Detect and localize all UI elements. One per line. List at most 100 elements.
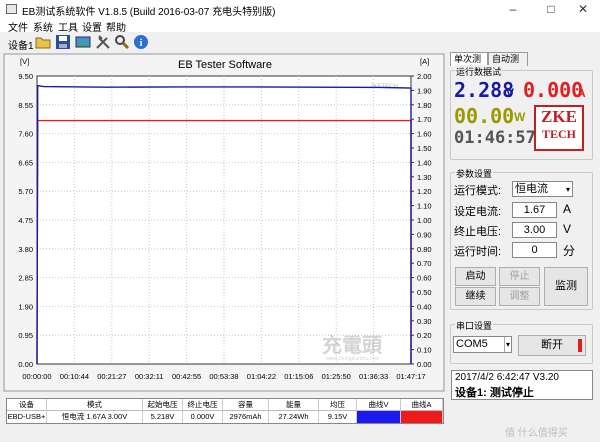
current-unit: A (577, 86, 586, 100)
run-time-label: 运行时间: (454, 246, 502, 258)
stop-button[interactable]: 停止 (499, 267, 540, 286)
zketech-logo: ZKE TECH (534, 105, 584, 151)
y-left-tick-label: 6.65 (18, 158, 33, 167)
y-right-tick-label: 1.20 (417, 187, 432, 196)
y-left-tick-label: 3.80 (18, 245, 33, 254)
power-unit: W (514, 110, 526, 124)
minimize-button[interactable]: – (498, 1, 528, 17)
adjust-button[interactable]: 调整 (499, 287, 540, 306)
x-tick-label: 01:04:22 (247, 372, 276, 381)
toolbar: 设备1 i (0, 32, 450, 52)
current-setting-unit: A (563, 202, 572, 216)
end-voltage-input[interactable]: 3.00 (512, 222, 557, 238)
title-bar: EB测试系统软件 V1.8.5 (Build 2016-03-07 充电头特别版… (0, 0, 600, 18)
right-unit-label: [A] (420, 57, 429, 66)
y-right-tick-label: 0.00 (417, 360, 432, 369)
time-readout: 01:46:57 (454, 128, 536, 148)
y-right-tick-label: 0.90 (417, 230, 432, 239)
x-tick-label: 01:25:50 (322, 372, 351, 381)
left-unit-label: [V] (20, 57, 29, 66)
col-avg-v: 均压 (319, 399, 357, 411)
col-curve-v: 曲线V (357, 399, 401, 411)
disconnect-button[interactable]: 断开 (518, 335, 586, 356)
window-title: EB测试系统软件 V1.8.5 (Build 2016-03-07 充电头特别版… (22, 7, 276, 18)
device-label: 设备1 (8, 41, 34, 52)
col-energy: 能量 (269, 399, 319, 411)
svg-text:充電頭: 充電頭 (322, 333, 383, 357)
y-right-tick-label: 0.10 (417, 346, 432, 355)
params-label: 参数设置 (455, 167, 494, 180)
y-right-tick-label: 2.00 (417, 72, 432, 81)
table-row[interactable]: EBD-USB+ 恒电流 1.67A 3.00V 5.218V 0.000V 2… (7, 411, 443, 423)
search-icon[interactable] (114, 34, 130, 50)
folder-open-icon[interactable] (35, 34, 51, 50)
end-voltage-unit: V (563, 222, 572, 236)
close-button[interactable]: ✕ (568, 1, 598, 17)
x-tick-label: 00:10:44 (60, 372, 89, 381)
y-left-tick-label: 0.00 (18, 360, 33, 369)
y-right-tick-label: 1.00 (417, 216, 432, 225)
x-tick-label: 00:00:00 (22, 372, 51, 381)
y-right-tick-label: 0.50 (417, 288, 432, 297)
tab-auto-test[interactable]: 自动测试 (488, 52, 528, 77)
y-right-tick-label: 1.40 (417, 158, 432, 167)
com-port-value: COM5 (456, 338, 488, 350)
run-time-input[interactable]: 0 (512, 242, 557, 258)
y-left-tick-label: 4.75 (18, 216, 33, 225)
y-left-tick-label: 9.50 (18, 72, 33, 81)
end-voltage-label: 终止电压: (454, 226, 502, 238)
status-panel: 2017/4/2 6:42:47 V3.20 设备1: 测试停止 (451, 370, 593, 400)
tab-single-test[interactable]: 单次测试 (450, 52, 488, 77)
site-watermark: 值 什么值得买 (505, 428, 568, 439)
current-setting-label: 设定电流: (454, 206, 502, 218)
svg-text:i: i (140, 38, 143, 49)
y-right-tick-label: 0.80 (417, 245, 432, 254)
y-right-tick-label: 0.70 (417, 259, 432, 268)
monitor-button[interactable]: 监测 (544, 267, 588, 306)
app-icon (6, 4, 17, 14)
chevron-down-icon: ▾ (565, 185, 570, 194)
y-right-tick-label: 1.90 (417, 86, 432, 95)
col-curve-a: 曲线A (401, 399, 443, 411)
voltage-current-chart: EB Tester Software [V] [A] 9.50 8.55 7.60 6… (3, 53, 445, 392)
serial-label: 串口设置 (455, 319, 494, 332)
y-right-tick-label: 0.40 (417, 302, 432, 311)
y-right-tick-label: 0.20 (417, 331, 432, 340)
menu-bar: 文件 系统 工具 设置 帮助 (0, 18, 600, 34)
com-port-select[interactable]: COM5 ▾ (453, 336, 512, 353)
y-left-tick-label: 1.90 (18, 302, 33, 311)
col-device: 设备 (7, 399, 47, 411)
y-left-tick-label: 8.55 (18, 101, 33, 110)
current-readout: 0.000 (523, 78, 584, 102)
maximize-button[interactable]: □ (536, 1, 566, 17)
x-tick-label: 01:47:17 (396, 372, 425, 381)
x-tick-label: 00:53:38 (209, 372, 238, 381)
y-left-tick-label: 5.70 (18, 187, 33, 196)
tools-icon[interactable] (95, 34, 111, 50)
disconnect-label: 断开 (541, 339, 563, 351)
y-right-tick-label: 1.80 (417, 101, 432, 110)
x-tick-label: 01:15:06 (284, 372, 313, 381)
current-setting-input[interactable]: 1.67 (512, 202, 557, 218)
start-button[interactable]: 启动 (455, 267, 496, 286)
image-icon[interactable] (75, 34, 91, 50)
col-mode: 模式 (47, 399, 143, 411)
continue-button[interactable]: 继续 (455, 287, 496, 306)
save-icon[interactable] (55, 34, 71, 50)
chart-panel: EB Tester Software [V] [A] 9.50 8.55 7.60 6… (0, 52, 447, 393)
mode-select[interactable]: 恒电流 ▾ (512, 181, 573, 197)
status-message: 设备1: 测试停止 (455, 387, 534, 399)
x-tick-label: 01:36:33 (359, 372, 388, 381)
info-icon[interactable]: i (133, 34, 149, 50)
x-tick-label: 00:21:27 (97, 372, 126, 381)
watermark-logo: 充電頭 www.chongdiantou.com (322, 333, 383, 362)
connection-indicator (578, 339, 582, 352)
chevron-down-icon: ▾ (503, 337, 510, 352)
y-left-tick-label: 2.85 (18, 274, 33, 283)
curve-v-swatch (357, 411, 401, 423)
y-right-tick-label: 0.30 (417, 317, 432, 326)
y-left-tick-label: 7.60 (18, 130, 33, 139)
y-right-tick-label: 1.30 (417, 173, 432, 182)
power-readout: 00.00 (454, 104, 515, 128)
summary-table: 设备 模式 起始电压 终止电压 容量 能量 均压 曲线V 曲线A EBD-USB… (6, 398, 444, 424)
